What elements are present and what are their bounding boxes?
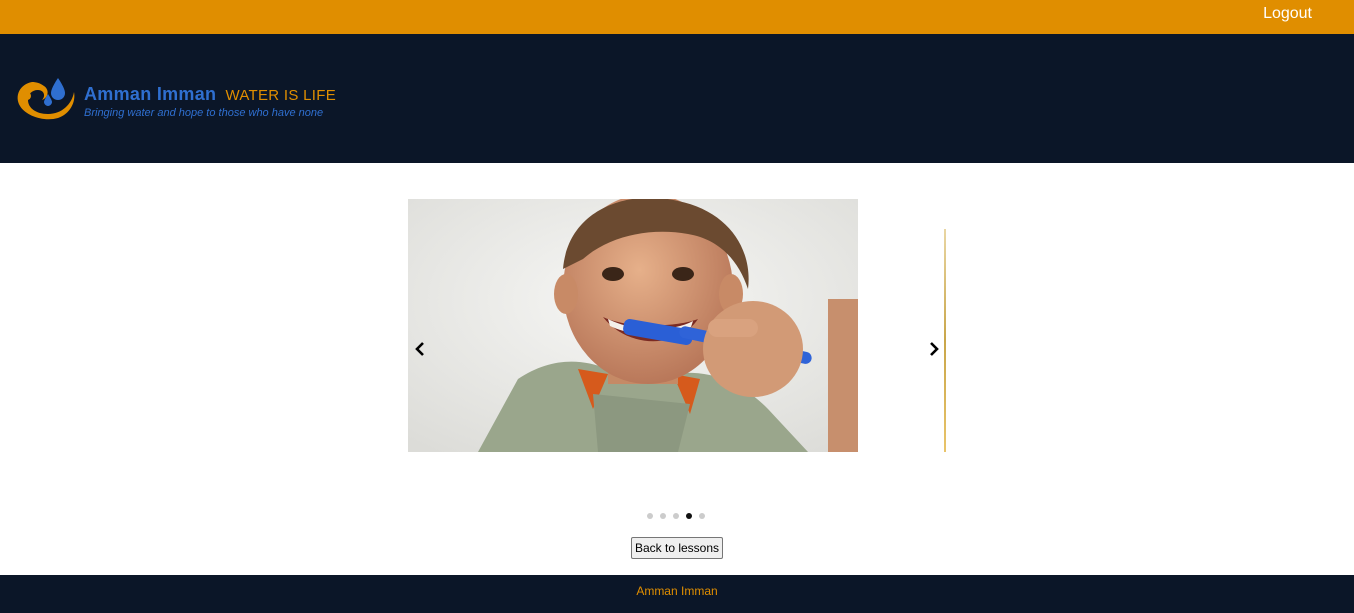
carousel-prev-button[interactable] — [410, 337, 430, 361]
carousel-dots — [647, 513, 705, 521]
logout-link[interactable]: Logout — [1263, 5, 1312, 23]
chevron-right-icon — [930, 342, 939, 356]
brand-slogan: Bringing water and hope to those who hav… — [84, 107, 324, 119]
brand-name: Amman Imman — [84, 84, 217, 104]
site-footer: Amman Imman — [0, 575, 1354, 613]
carousel-dot[interactable] — [699, 513, 705, 519]
back-to-lessons-button[interactable]: Back to lessons — [631, 537, 723, 559]
slide-image — [408, 199, 858, 452]
carousel-next-button[interactable] — [924, 337, 944, 361]
water-drop-logo-icon — [17, 78, 75, 120]
carousel-dot[interactable] — [647, 513, 653, 519]
carousel-dot[interactable] — [673, 513, 679, 519]
brand-line: Amman Imman WATER IS LIFE — [84, 84, 336, 105]
top-bar: Logout — [0, 0, 1354, 34]
brand-tagline: WATER IS LIFE — [225, 87, 337, 104]
chevron-left-icon — [415, 342, 424, 356]
footer-text: Amman Imman — [636, 584, 718, 598]
carousel-dot-active[interactable] — [686, 513, 692, 519]
site-logo[interactable]: Amman Imman WATER IS LIFE Bringing water… — [14, 74, 354, 124]
site-header: Amman Imman WATER IS LIFE Bringing water… — [0, 34, 1354, 163]
carousel-dot[interactable] — [660, 513, 666, 519]
lesson-slideshow: Back to lessons — [0, 163, 1354, 575]
child-brushing-teeth-photo — [408, 199, 858, 452]
next-slide-preview — [944, 229, 946, 452]
